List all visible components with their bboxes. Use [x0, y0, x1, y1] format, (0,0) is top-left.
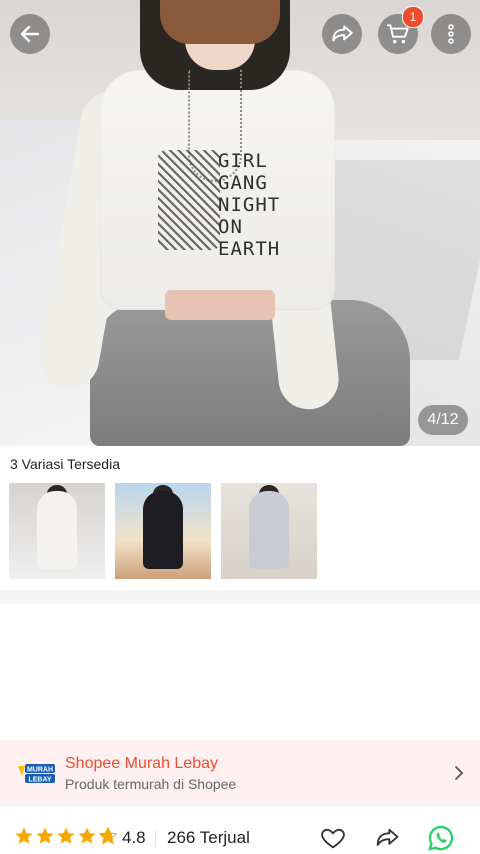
more-vertical-icon — [448, 24, 454, 44]
print-line: EARTH — [218, 238, 281, 260]
pants — [90, 300, 410, 446]
more-button[interactable] — [431, 14, 471, 54]
section-divider — [0, 590, 480, 604]
svg-text:LEBAY: LEBAY — [28, 777, 51, 784]
cart-button[interactable]: 1 — [378, 6, 424, 54]
print-line: ON — [218, 216, 243, 238]
variant-thumb-black[interactable] — [115, 483, 211, 579]
star-icon — [15, 827, 33, 844]
whatsapp-icon — [428, 825, 454, 851]
whatsapp-share-button[interactable] — [426, 823, 456, 853]
divider — [155, 830, 156, 846]
product-image[interactable]: GIRL GANG NIGHT ON EARTH 1 4/12 — [0, 0, 480, 446]
shirt-print: GIRL GANG NIGHT ON EARTH — [158, 150, 286, 260]
svg-text:MURAH: MURAH — [27, 767, 53, 774]
midriff — [165, 290, 275, 320]
star-icon — [78, 827, 96, 844]
rating-value: 4.8 — [122, 828, 146, 847]
back-button[interactable] — [10, 14, 50, 54]
sold-count: 266 Terjual — [167, 828, 250, 847]
print-text: GIRL GANG NIGHT ON EARTH — [218, 150, 288, 260]
promo-title: Shopee Murah Lebay — [65, 755, 218, 772]
like-button[interactable] — [318, 823, 348, 853]
promo-subtitle: Produk termurah di Shopee — [65, 776, 237, 792]
variant-thumb-grey[interactable] — [221, 483, 317, 579]
rating-stars — [14, 826, 118, 846]
shop-promo-banner[interactable]: MURAH LEBAY Shopee Murah Lebay Produk te… — [0, 740, 480, 806]
back-arrow-icon — [20, 25, 40, 43]
cap — [160, 0, 280, 44]
star-half-icon — [98, 826, 118, 845]
variants-title: 3 Variasi Tersedia — [10, 456, 120, 472]
share-icon — [376, 828, 399, 846]
print-line: NIGHT — [218, 194, 281, 216]
star-icon — [57, 827, 75, 844]
bottom-info-bar: 4.8 266 Terjual — [0, 810, 480, 854]
print-graphic — [158, 150, 220, 250]
cart-count-badge: 1 — [402, 6, 424, 28]
print-line: GANG — [218, 172, 268, 194]
murah-lebay-logo: MURAH LEBAY — [18, 764, 55, 784]
share-button[interactable] — [322, 14, 362, 54]
print-line: GIRL — [218, 150, 268, 172]
variant-thumb-white[interactable] — [9, 483, 105, 579]
variant-thumbnails — [9, 483, 317, 579]
heart-icon — [321, 828, 345, 849]
share-icon — [332, 25, 353, 42]
share-product-button[interactable] — [372, 823, 402, 853]
chevron-right-icon — [455, 766, 464, 780]
star-icon — [36, 827, 54, 844]
image-counter: 4/12 — [418, 405, 468, 435]
